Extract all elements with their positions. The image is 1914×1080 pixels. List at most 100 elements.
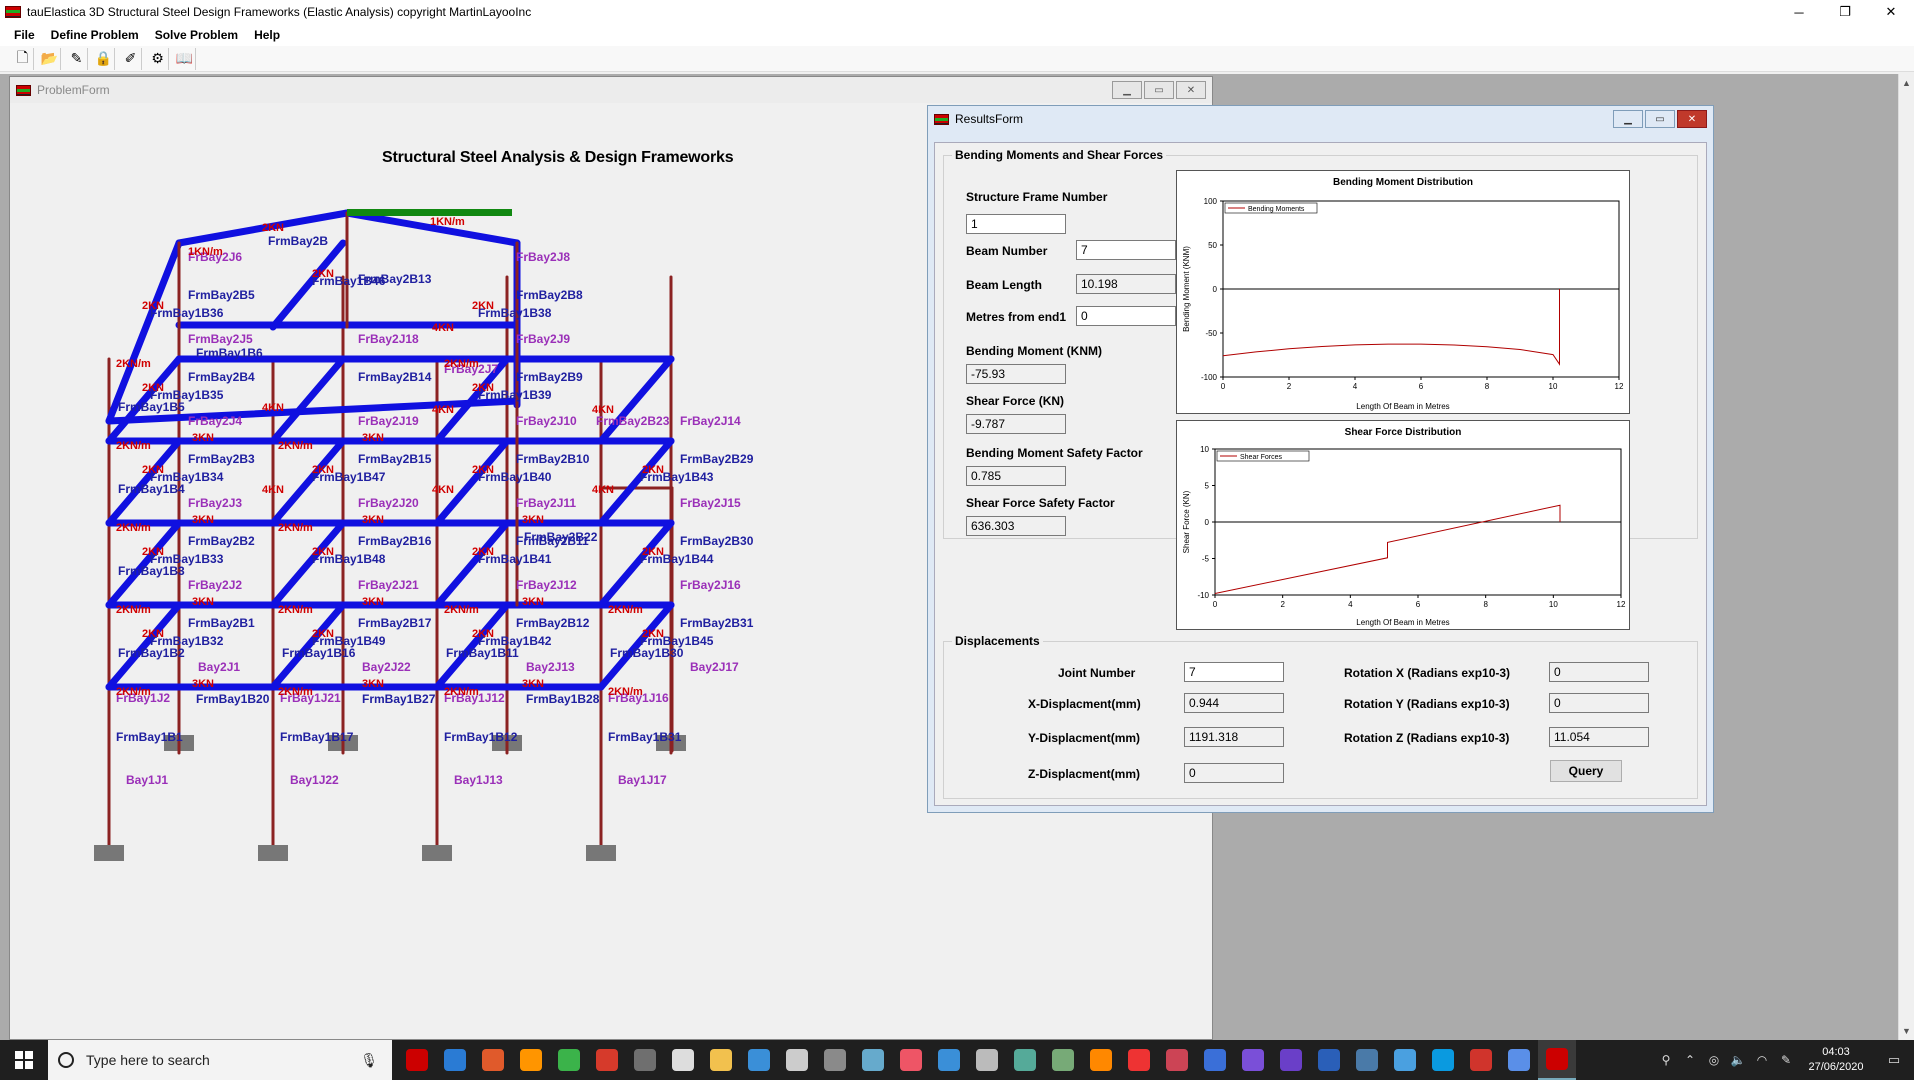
taskbar-app-icon[interactable] (436, 1040, 474, 1080)
minimize-button[interactable]: ▁ (1613, 110, 1643, 128)
restore-button[interactable]: ❐ (1822, 0, 1868, 24)
frame-label: FrmBay2B (268, 234, 328, 248)
taskbar-app-icon[interactable] (1044, 1040, 1082, 1080)
joint-label: FrBay2J10 (516, 414, 577, 428)
volume-icon[interactable]: 🔈 (1726, 1053, 1750, 1067)
taskbar-app-icon[interactable] (1500, 1040, 1538, 1080)
vertical-scrollbar[interactable]: ▲ ▼ (1898, 74, 1914, 1040)
load-label: 2KN (472, 300, 494, 312)
taskbar-app-icon[interactable] (664, 1040, 702, 1080)
taskbar-app-icon[interactable] (740, 1040, 778, 1080)
group-title: Bending Moments and Shear Forces (952, 148, 1167, 162)
taskbar-app-icon[interactable] (1462, 1040, 1500, 1080)
minimize-button[interactable]: ▁ (1112, 81, 1142, 99)
app-glyph-icon (748, 1049, 770, 1071)
bending-moment-chart: Bending Moment Distribution 0 2 4 6 8 10 12 100 5… (1176, 170, 1630, 414)
taskbar-app-icon[interactable] (1006, 1040, 1044, 1080)
rotation-z-field: 11.054 (1549, 727, 1649, 747)
taskbar-app-icon[interactable] (474, 1040, 512, 1080)
taskbar-app-icon[interactable] (398, 1040, 436, 1080)
joint-number-field[interactable]: 7 (1184, 662, 1284, 682)
new-file-icon[interactable]: 🗋 (12, 47, 34, 70)
app-glyph-icon (1166, 1049, 1188, 1071)
taskbar-app-icon[interactable] (1272, 1040, 1310, 1080)
frame-label: FrmBay2B17 (358, 616, 432, 630)
taskbar-app-icon[interactable] (1196, 1040, 1234, 1080)
taskbar-app-icon[interactable] (512, 1040, 550, 1080)
taskbar-app-icon[interactable] (1538, 1040, 1576, 1080)
frame-label: FrmBay2B31 (680, 616, 754, 630)
menu-file[interactable]: File (6, 28, 43, 42)
pen-icon[interactable]: ✎ (1774, 1053, 1798, 1067)
joint-label: FrBay2J11 (516, 496, 576, 510)
clock[interactable]: 04:03 27/06/2020 (1798, 1045, 1874, 1075)
maximize-button[interactable]: ▭ (1144, 81, 1174, 99)
app-glyph-icon (1280, 1049, 1302, 1071)
open-folder-icon[interactable]: 📂 (39, 47, 61, 70)
taskbar-app-icon[interactable] (968, 1040, 1006, 1080)
microphone-icon[interactable]: 🎙 (360, 1052, 378, 1069)
taskbar-app-icon[interactable] (550, 1040, 588, 1080)
menu-help[interactable]: Help (246, 28, 288, 42)
taskbar-app-icon[interactable] (854, 1040, 892, 1080)
taskbar-app-icon[interactable] (1310, 1040, 1348, 1080)
load-label: 2KN/m (116, 604, 151, 616)
load-label: 3KN (192, 514, 214, 526)
taskbar-app-icon[interactable] (1158, 1040, 1196, 1080)
taskbar-app-icon[interactable] (626, 1040, 664, 1080)
gear-icon[interactable]: ⚙ (147, 47, 169, 70)
scroll-up-icon[interactable]: ▲ (1902, 78, 1911, 88)
wifi-icon[interactable]: ◠ (1750, 1053, 1774, 1067)
problem-form-title: ProblemForm (37, 83, 110, 97)
joint-label: FrBay2J3 (188, 496, 242, 510)
network-icon[interactable]: ◎ (1702, 1053, 1726, 1067)
close-button[interactable]: ✕ (1868, 0, 1914, 24)
taskbar-app-icon[interactable] (1234, 1040, 1272, 1080)
menu-solve-problem[interactable]: Solve Problem (147, 28, 246, 42)
taskbar-app-icon[interactable] (930, 1040, 968, 1080)
load-label: 4KN (592, 404, 614, 416)
brush-icon[interactable]: ✐ (120, 47, 142, 70)
start-button[interactable] (0, 1040, 48, 1080)
minimize-button[interactable]: ─ (1776, 0, 1822, 24)
beam-number-field[interactable]: 7 (1076, 240, 1176, 260)
app-glyph-icon (1090, 1049, 1112, 1071)
metres-from-end1-field[interactable]: 0 (1076, 306, 1176, 326)
notification-icon[interactable]: ▭ (1874, 1052, 1914, 1068)
show-hidden-icon[interactable]: ⌃ (1678, 1053, 1702, 1067)
taskbar-app-icon[interactable] (702, 1040, 740, 1080)
y-displacement-field: 1191.318 (1184, 727, 1284, 747)
taskbar-search[interactable]: Type here to search 🎙 (48, 1040, 392, 1080)
joint-label: FrBay2J16 (680, 578, 741, 592)
close-button[interactable]: ✕ (1176, 81, 1206, 99)
taskbar-app-icon[interactable] (816, 1040, 854, 1080)
taskbar-app-icon[interactable] (1386, 1040, 1424, 1080)
close-button[interactable]: ✕ (1677, 110, 1707, 128)
taskbar-app-icon[interactable] (1120, 1040, 1158, 1080)
frame-label: FrmBay2B9 (516, 370, 583, 384)
taskbar-app-icon[interactable] (1424, 1040, 1462, 1080)
joint-label: FrBay2J21 (358, 578, 419, 592)
scroll-down-icon[interactable]: ▼ (1902, 1026, 1911, 1036)
taskbar-app-icon[interactable] (778, 1040, 816, 1080)
taskbar-app-icon[interactable] (1348, 1040, 1386, 1080)
query-button[interactable]: Query (1550, 760, 1622, 782)
load-label: 1KN/m (430, 216, 465, 228)
menu-define-problem[interactable]: Define Problem (43, 28, 147, 42)
people-icon[interactable]: ⚲ (1654, 1053, 1678, 1067)
load-label: 3KN (362, 432, 384, 444)
app-icon[interactable] (5, 6, 21, 18)
shear-force-field: -9.787 (966, 414, 1066, 434)
joint-label: FrBay2J4 (188, 414, 242, 428)
x-tick-label: 12 (1615, 382, 1624, 391)
maximize-button[interactable]: ▭ (1645, 110, 1675, 128)
lock-icon[interactable]: 🔒 (93, 47, 115, 70)
frame-label: FrmBay1B2 (118, 646, 185, 660)
book-icon[interactable]: 📖 (174, 47, 196, 70)
taskbar-app-icon[interactable] (892, 1040, 930, 1080)
frame-label: FrmBay2B29 (680, 452, 754, 466)
taskbar-app-icon[interactable] (588, 1040, 626, 1080)
structure-frame-number-field[interactable]: 1 (966, 214, 1066, 234)
taskbar-app-icon[interactable] (1082, 1040, 1120, 1080)
pencil-icon[interactable]: ✎ (66, 47, 88, 70)
